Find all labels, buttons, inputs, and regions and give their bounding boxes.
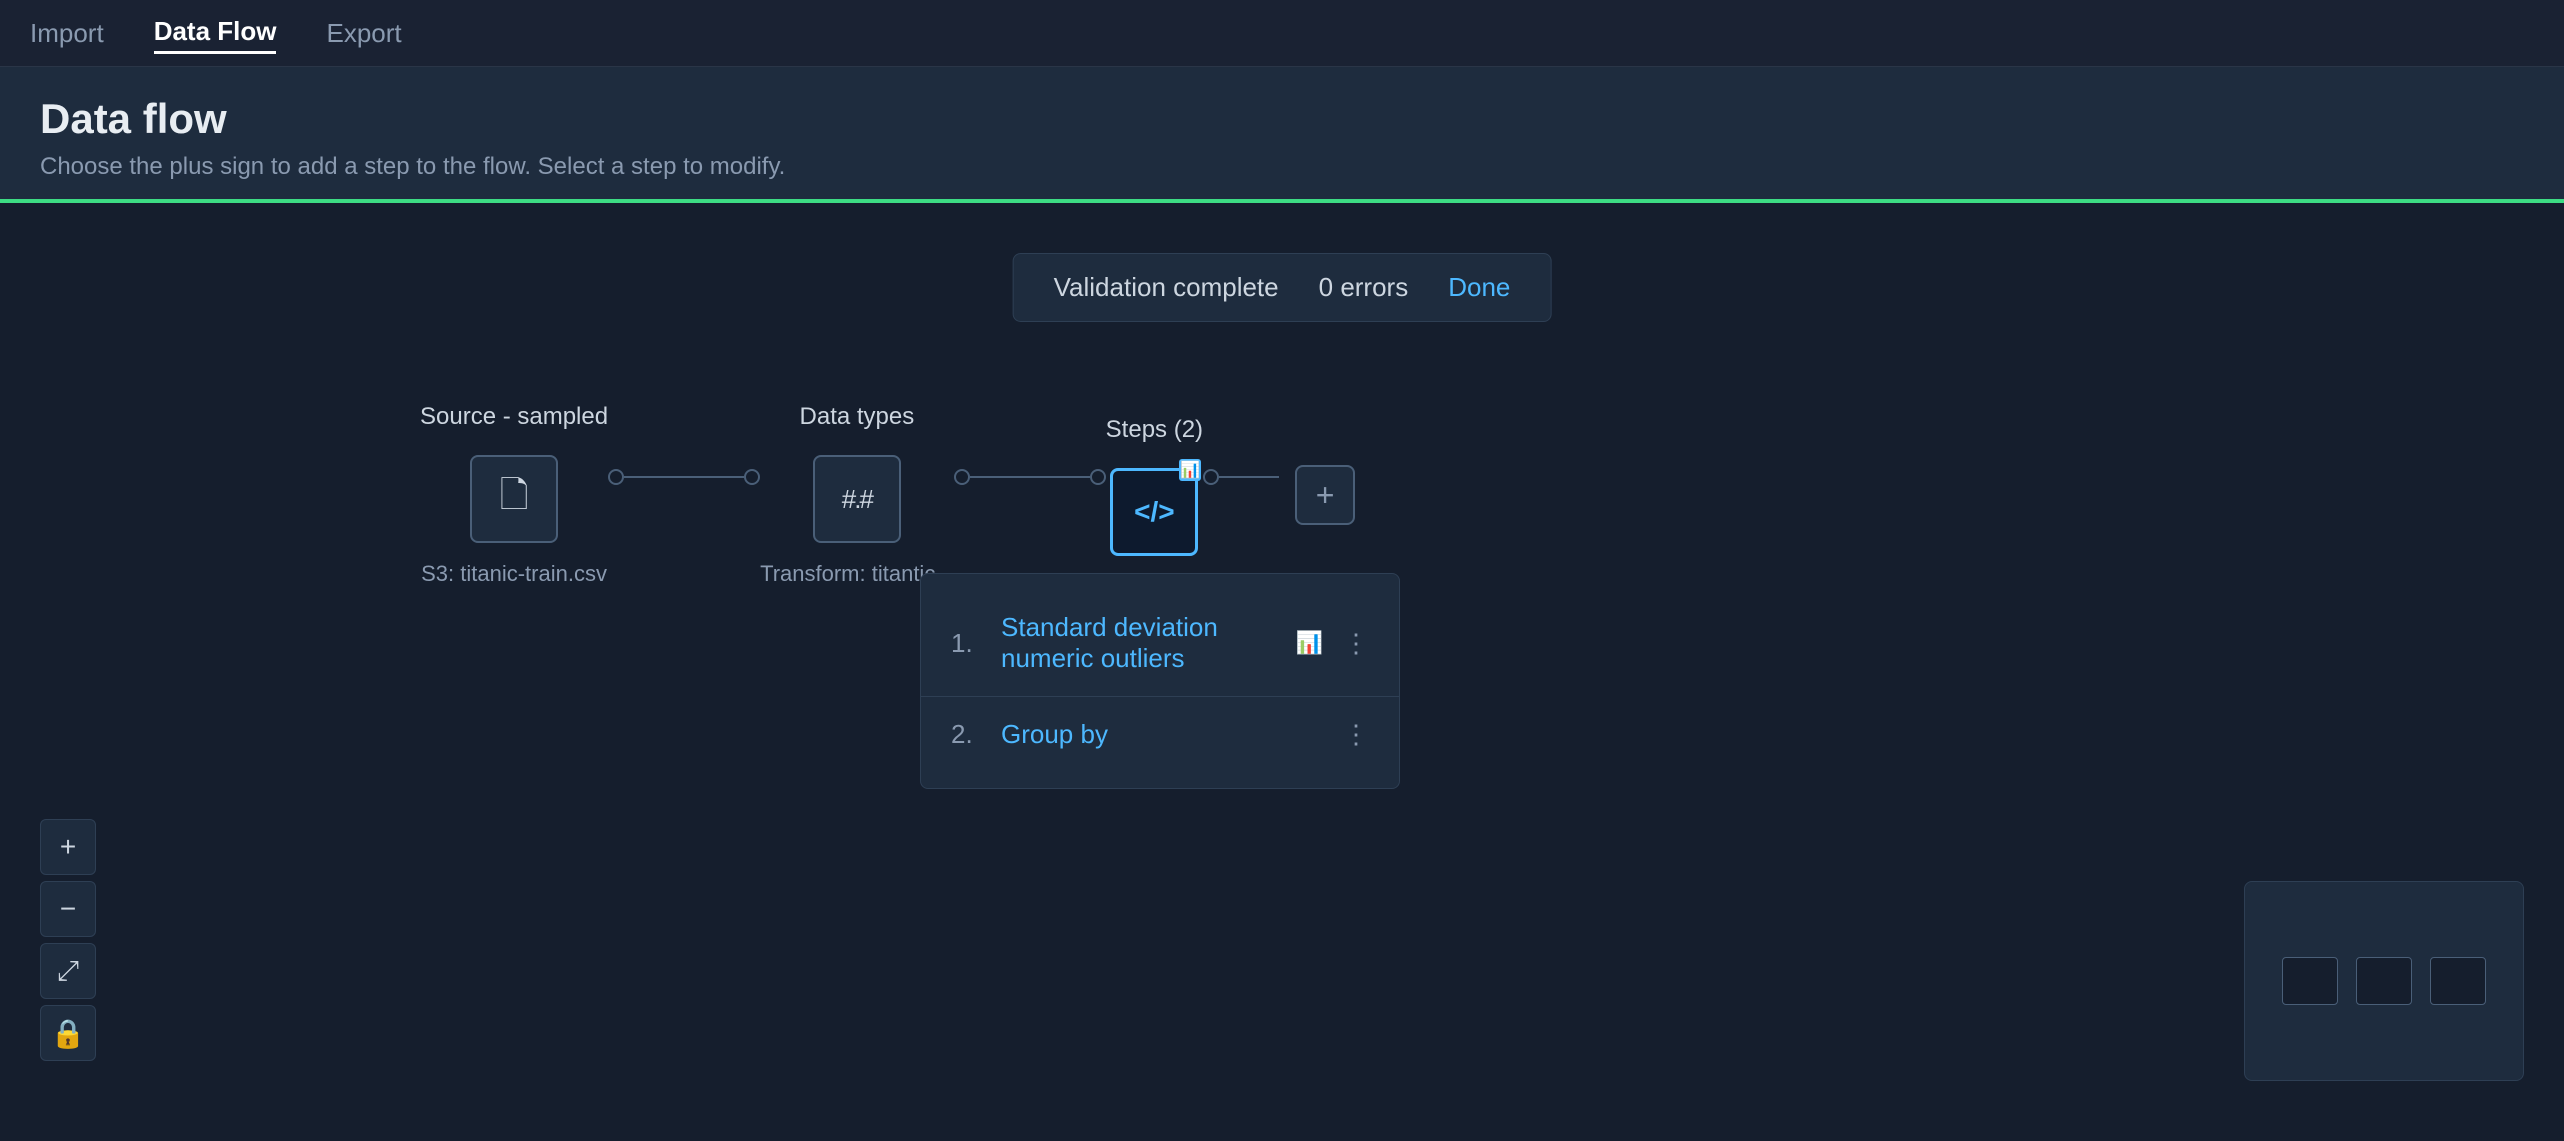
validation-message: Validation complete <box>1054 272 1279 303</box>
minimap-box-1 <box>2282 957 2338 1005</box>
zoom-in-button[interactable]: + <box>40 819 96 875</box>
source-label: Source - sampled <box>420 403 608 431</box>
source-node[interactable]: 🗋 <box>470 455 558 543</box>
steps-label: Steps (2) <box>1106 416 1203 444</box>
nav-dataflow[interactable]: Data Flow <box>154 12 277 54</box>
zoom-controls: + − ⤢ 🔒 <box>40 819 96 1061</box>
steps-node-group: Steps (2) </> 📊 <box>1106 416 1203 574</box>
conn-dot-2a <box>954 469 970 485</box>
datatypes-label: Data types <box>800 403 915 431</box>
conn-dot-1a <box>608 469 624 485</box>
validation-done-button[interactable]: Done <box>1448 272 1510 303</box>
canvas-area: Validation complete 0 errors Done Source… <box>0 203 2564 1141</box>
step-divider <box>921 696 1399 697</box>
nav-export[interactable]: Export <box>326 14 401 53</box>
add-step-button[interactable]: + <box>1295 465 1355 525</box>
nav-import[interactable]: Import <box>30 14 104 53</box>
datatypes-node-group: Data types #.# Transform: titantic... <box>760 403 954 587</box>
conn-line-1 <box>624 476 744 478</box>
connector-3 <box>1203 469 1279 485</box>
source-node-group: Source - sampled 🗋 S3: titanic-train.csv <box>420 403 608 587</box>
validation-errors: 0 errors <box>1319 272 1409 303</box>
minimap-box-3 <box>2430 957 2486 1005</box>
node-indicator: 📊 <box>1179 459 1201 481</box>
hash-icon: #.# <box>842 484 872 515</box>
flow-diagram: Source - sampled 🗋 S3: titanic-train.csv… <box>420 403 1355 587</box>
datatypes-node[interactable]: #.# <box>813 455 901 543</box>
validation-banner: Validation complete 0 errors Done <box>1013 253 1552 322</box>
step-1-num: 1. <box>951 628 981 659</box>
document-icon: 🗋 <box>500 469 529 530</box>
steps-popup: 1. Standard deviation numeric outliers 📊… <box>920 573 1400 789</box>
page-subtitle: Choose the plus sign to add a step to th… <box>40 153 2524 181</box>
conn-line-3 <box>1219 476 1279 478</box>
source-sublabel: S3: titanic-train.csv <box>421 561 607 587</box>
code-icon: </> <box>1134 496 1174 528</box>
top-nav: Import Data Flow Export <box>0 0 2564 67</box>
step-item-1[interactable]: 1. Standard deviation numeric outliers 📊… <box>921 594 1399 692</box>
step-1-link[interactable]: Standard deviation numeric outliers <box>1001 612 1276 674</box>
step-2-num: 2. <box>951 719 981 750</box>
step-item-2[interactable]: 2. Group by ⋮ <box>921 701 1399 768</box>
step-2-link[interactable]: Group by <box>1001 719 1323 750</box>
minimap <box>2244 881 2524 1081</box>
connector-2 <box>954 469 1106 485</box>
page-title: Data flow <box>40 95 2524 143</box>
steps-node[interactable]: </> 📊 <box>1110 468 1198 556</box>
zoom-out-button[interactable]: − <box>40 881 96 937</box>
step-2-more-icon[interactable]: ⋮ <box>1343 719 1369 750</box>
minimap-box-2 <box>2356 957 2412 1005</box>
conn-dot-3a <box>1203 469 1219 485</box>
conn-dot-2b <box>1090 469 1106 485</box>
conn-line-2 <box>970 476 1090 478</box>
step-1-chart-icon[interactable]: 📊 <box>1296 630 1323 656</box>
connector-1 <box>608 469 760 485</box>
lock-button[interactable]: 🔒 <box>40 1005 96 1061</box>
fit-screen-button[interactable]: ⤢ <box>40 943 96 999</box>
conn-dot-1b <box>744 469 760 485</box>
step-1-more-icon[interactable]: ⋮ <box>1343 628 1369 659</box>
page-header: Data flow Choose the plus sign to add a … <box>0 67 2564 199</box>
